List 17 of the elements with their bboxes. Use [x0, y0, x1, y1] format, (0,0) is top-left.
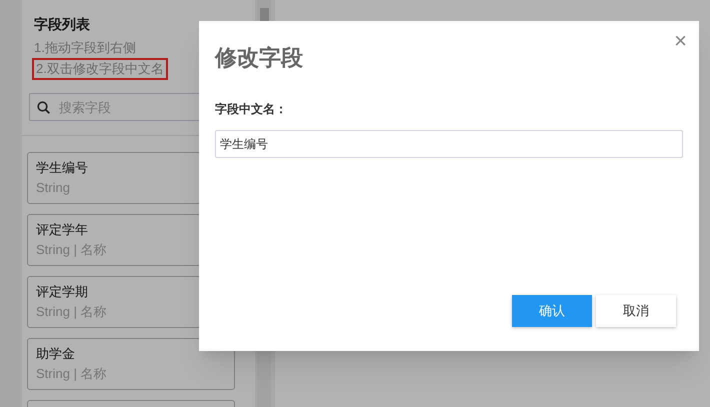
- instruction-text: 1.拖动字段到右侧: [34, 39, 136, 57]
- field-name: 学生编号: [36, 159, 88, 177]
- text-field[interactable]: 学生编号: [215, 130, 683, 158]
- dialog-title: 修改字段: [215, 44, 303, 72]
- field-type: String: [36, 179, 70, 197]
- close-button[interactable]: ×: [674, 29, 687, 53]
- field-type: String | 名称: [36, 365, 107, 383]
- field-name: 评定学期: [36, 283, 88, 301]
- field-name: 评定学年: [36, 221, 88, 239]
- field-card[interactable]: 助学金 String | 名称: [27, 338, 235, 390]
- dialog-button[interactable]: 取消: [596, 295, 676, 327]
- field-type: String | 名称: [36, 303, 107, 321]
- field-type: String | 名称: [36, 241, 107, 259]
- sidebar-title: 字段列表: [34, 15, 90, 34]
- instruction-text: 2.双击修改字段中文名: [34, 60, 166, 78]
- field-name: 助学金: [36, 345, 75, 363]
- search-icon: [37, 101, 50, 114]
